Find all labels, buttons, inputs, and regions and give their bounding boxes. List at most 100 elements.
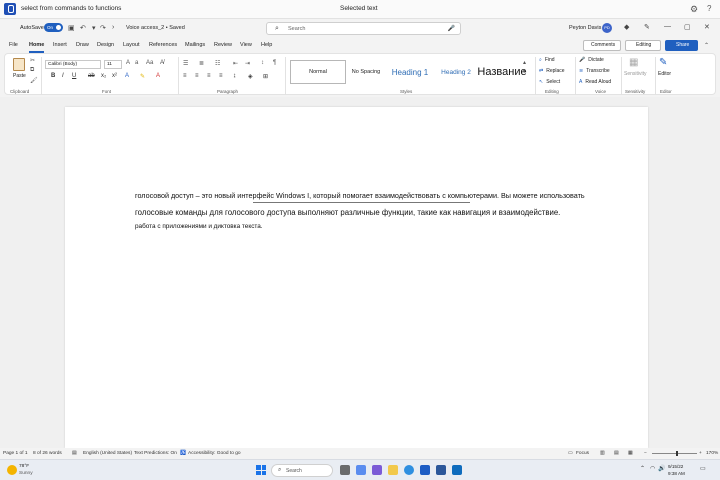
document-name[interactable]: Voice access_2 • Saved [126,25,185,31]
file-explorer-icon[interactable] [388,465,398,475]
paste-button[interactable]: Paste [13,73,26,79]
transcribe-button[interactable]: ≋ Transcribe [579,68,610,74]
page-count[interactable]: Page 1 of 1 [3,451,28,456]
tab-mailings[interactable]: Mailings [185,42,205,48]
print-layout-icon[interactable]: ▤ [614,451,619,456]
strikethrough-icon[interactable]: ab [88,73,95,79]
subscript-icon[interactable]: x₂ [101,73,106,79]
align-right-icon[interactable]: ≡ [207,73,211,79]
tab-view[interactable]: View [240,42,252,48]
volume-icon[interactable]: 🔊 [658,465,665,472]
find-button[interactable]: ⌕ Find [539,57,555,63]
focus-button[interactable]: Focus [576,451,589,456]
autosave-toggle[interactable]: On [44,23,63,32]
minimize-icon[interactable]: — [664,23,671,30]
document-page[interactable]: голосовой доступ – это новый интерфейс W… [65,107,648,448]
chevron-down-icon[interactable]: ▾ [92,24,96,32]
font-name-select[interactable]: Calibri (Body) [45,60,101,69]
sensitivity-icon[interactable]: ▦ [629,57,638,68]
styles-scroll-down-icon[interactable]: ▾ [523,68,526,75]
tab-home[interactable]: Home [29,42,44,48]
notification-icon[interactable]: ▭ [700,465,706,472]
sort-icon[interactable]: ↕ [261,60,264,66]
widgets-icon[interactable] [356,465,366,475]
tab-insert[interactable]: Insert [53,42,67,48]
language-status[interactable]: English (United States) [83,451,132,456]
text-predictions-status[interactable]: Text Predictions: On [134,451,177,456]
style-title[interactable]: Название [474,60,530,84]
sensitivity-label[interactable]: Sensitivity [624,71,647,77]
zoom-in-icon[interactable]: + [699,451,702,456]
comments-button[interactable]: Comments [583,40,621,51]
font-size-select[interactable]: 11 [104,60,122,69]
multilevel-list-icon[interactable]: ☷ [215,60,220,67]
superscript-icon[interactable]: x² [112,73,117,79]
close-icon[interactable]: ✕ [704,23,710,31]
italic-icon[interactable]: I [62,73,64,79]
store-icon[interactable] [420,465,430,475]
justify-icon[interactable]: ≡ [219,73,223,79]
document-line-2[interactable]: голосовые команды для голосового доступа… [135,208,560,217]
numbering-icon[interactable]: ≣ [199,60,204,67]
undo-icon[interactable]: ↶ [80,24,86,32]
more-icon[interactable]: › [112,24,114,31]
format-painter-icon[interactable]: 🖌 [30,77,38,84]
zoom-slider[interactable] [652,453,697,454]
outlook-icon[interactable] [452,465,462,475]
underline-icon[interactable]: U [72,73,76,79]
pen-icon[interactable]: ✎ [644,23,650,31]
align-left-icon[interactable]: ≡ [183,73,187,79]
replace-button[interactable]: ⇄ Replace [539,68,565,74]
styles-scroll-up-icon[interactable]: ▴ [523,59,526,66]
web-layout-icon[interactable]: ▦ [628,451,633,456]
sun-icon[interactable] [7,465,17,475]
redo-icon[interactable]: ↷ [100,24,106,32]
cut-icon[interactable]: ✂ [30,57,35,64]
microphone-icon[interactable] [4,3,16,15]
bullets-icon[interactable]: ☰ [183,60,188,67]
font-color-icon[interactable]: A [156,73,160,79]
tab-draw[interactable]: Draw [76,42,89,48]
copy-icon[interactable]: ⧉ [30,67,34,74]
mic-icon[interactable]: 🎤 [448,25,455,32]
chat-icon[interactable] [372,465,382,475]
zoom-slider-handle[interactable] [676,451,678,456]
collapse-ribbon-icon[interactable]: ⌃ [704,42,709,49]
proofing-icon[interactable]: ▤ [72,451,77,456]
clear-format-icon[interactable]: A̸ [160,60,164,66]
document-line-3[interactable]: работа с приложениями и диктовка текста. [135,223,263,230]
chevron-up-icon[interactable]: ⌃ [640,465,645,472]
zoom-out-icon[interactable]: − [644,451,647,456]
gear-icon[interactable]: ⚙ [690,4,698,15]
decrease-indent-icon[interactable]: ⇤ [233,60,238,67]
read-mode-icon[interactable]: ▥ [600,451,605,456]
user-name[interactable]: Peyton Davis [569,25,601,31]
diamond-icon[interactable]: ◆ [624,23,629,31]
save-icon[interactable]: ▣ [68,24,75,32]
accessibility-status[interactable]: Accessibility: Good to go [188,451,241,456]
clock-time[interactable]: 9:38 AM [668,471,685,476]
highlight-icon[interactable]: ✎ [140,73,145,80]
word-icon[interactable] [436,465,446,475]
task-view-icon[interactable] [340,465,350,475]
clock-date[interactable]: 9/15/22 [668,464,683,469]
show-marks-icon[interactable]: ¶ [273,60,276,66]
edge-icon[interactable] [404,465,414,475]
tab-help[interactable]: Help [261,42,272,48]
editor-icon[interactable]: ✎ [659,57,667,68]
document-line-1[interactable]: голосовой доступ – это новый интерфейс W… [135,191,585,200]
read-aloud-button[interactable]: A Read Aloud [579,79,611,85]
paste-icon[interactable] [13,58,25,71]
avatar[interactable]: PD [602,23,612,33]
wifi-icon[interactable]: ◠ [650,465,655,472]
shrink-font-icon[interactable]: a [135,60,138,66]
dictate-button[interactable]: 🎤 Dictate [579,57,604,63]
tab-review[interactable]: Review [214,42,232,48]
maximize-icon[interactable]: ▢ [684,23,691,31]
bold-icon[interactable]: B [51,73,55,79]
line-spacing-icon[interactable]: ↨ [233,73,236,79]
weather-temperature[interactable]: 78°F [19,464,29,469]
taskbar-search[interactable]: ⌕ Search [271,464,333,477]
grow-font-icon[interactable]: A [126,60,130,66]
word-count[interactable]: 8 of 26 words [33,451,62,456]
